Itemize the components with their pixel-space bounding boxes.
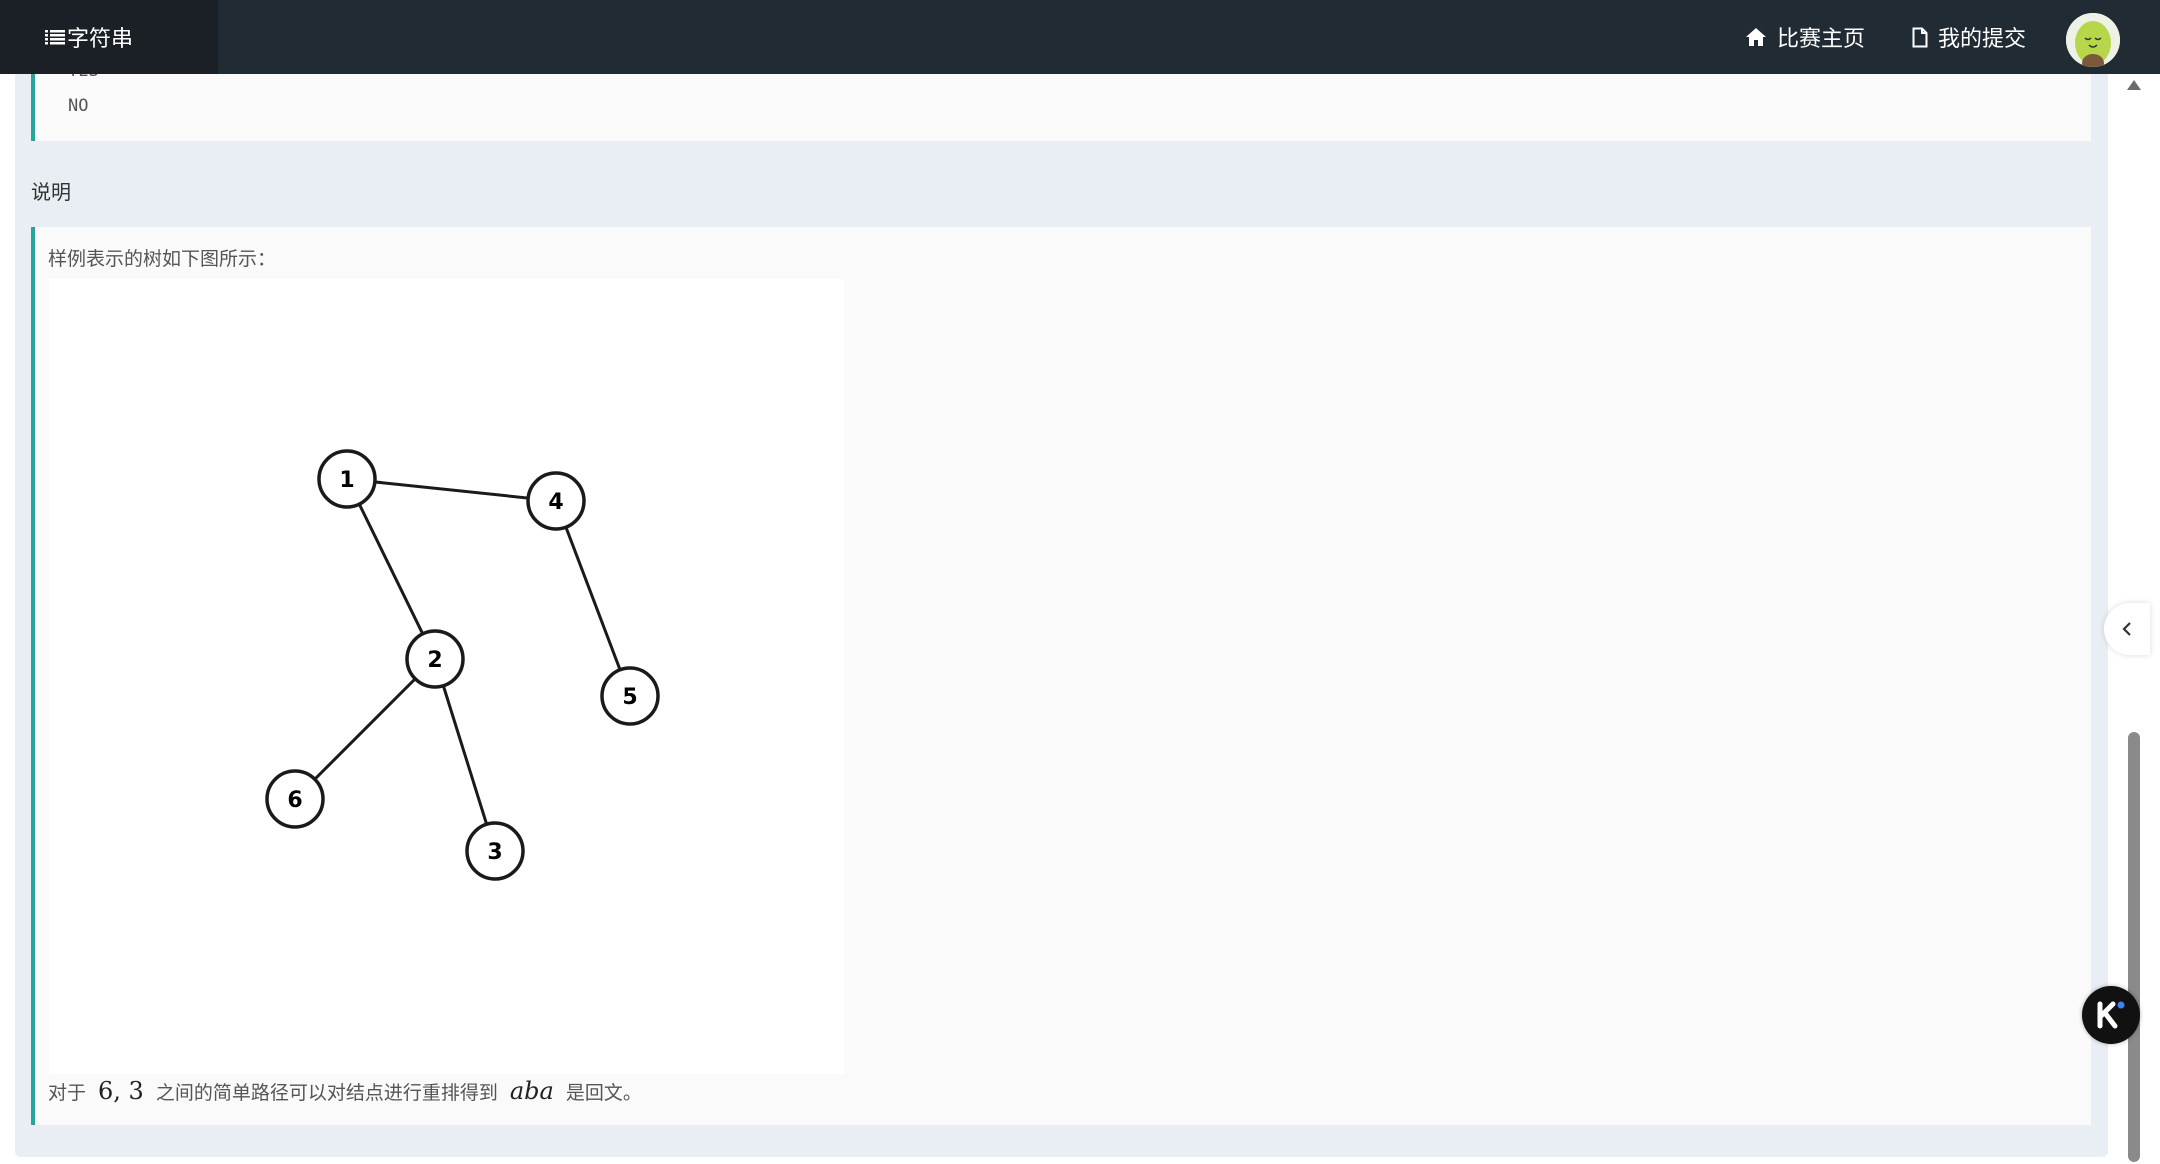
tree-node-6: 6 xyxy=(265,769,325,829)
node-5-label: 5 xyxy=(622,685,637,710)
tree-figure: 1 4 2 5 6 3 xyxy=(49,279,844,1074)
node-6-label: 6 xyxy=(287,788,302,813)
node-3-label: 3 xyxy=(487,840,502,865)
home-icon xyxy=(1746,28,1766,46)
edge-1-4 xyxy=(346,477,557,503)
avatar[interactable] xyxy=(2066,13,2120,67)
top-navbar: 字符串 比赛主页 我的提交 xyxy=(0,0,2160,74)
tree-node-5: 5 xyxy=(600,666,660,726)
tree-node-3: 3 xyxy=(465,821,525,881)
scroll-up-arrow[interactable] xyxy=(2127,80,2141,90)
description-conclusion: 对于 6, 3 之间的简单路径可以对结点进行重排得到 aba 是回文。 xyxy=(48,1077,642,1105)
conclusion-prefix: 对于 xyxy=(48,1082,87,1104)
tree-node-4: 4 xyxy=(526,471,586,531)
my-submissions-label: 我的提交 xyxy=(1938,27,2027,52)
node-1-label: 1 xyxy=(339,468,354,493)
assistant-button[interactable] xyxy=(2082,986,2140,1044)
node-4-label: 4 xyxy=(548,490,563,515)
k-logo-icon xyxy=(2097,1001,2125,1029)
edge-2-3 xyxy=(433,658,497,852)
contest-home-link[interactable]: 比赛主页 xyxy=(1745,0,1865,74)
side-panel-toggle[interactable] xyxy=(2104,603,2150,655)
tree-node-1: 1 xyxy=(317,449,377,509)
scrollbar-thumb[interactable] xyxy=(2128,732,2140,1162)
edge-1-2 xyxy=(345,478,437,660)
contest-home-label: 比赛主页 xyxy=(1777,27,1866,52)
section-title: 说明 xyxy=(31,180,71,204)
problem-page: YES NO 说明 样例表示的树如下图所示： 1 4 2 5 6 3 对于 6,… xyxy=(0,68,2160,1164)
problem-panel: YES NO 说明 样例表示的树如下图所示： 1 4 2 5 6 3 对于 6,… xyxy=(15,68,2108,1157)
tree-diagram: 1 4 2 5 6 3 xyxy=(265,449,660,881)
my-submissions-link[interactable]: 我的提交 xyxy=(1912,0,2026,74)
math-word: aba xyxy=(509,1077,554,1105)
conclusion-suffix: 是回文。 xyxy=(565,1082,642,1104)
description-intro: 样例表示的树如下图所示： xyxy=(48,248,277,270)
conclusion-middle: 之间的简单路径可以对结点进行重排得到 xyxy=(155,1082,498,1104)
file-icon xyxy=(1912,27,1928,47)
chevron-left-icon xyxy=(2122,622,2131,636)
sample-output-text: NO xyxy=(68,96,89,116)
list-icon xyxy=(45,30,65,45)
avatar-icon xyxy=(2066,13,2120,67)
brand-title-text: 字符串 xyxy=(67,27,134,52)
sample-output-box: YES NO xyxy=(31,68,2091,141)
math-nodes: 6, 3 xyxy=(98,1077,144,1105)
node-2-label: 2 xyxy=(427,648,442,673)
edge-4-5 xyxy=(554,500,632,697)
brand-title[interactable]: 字符串 xyxy=(0,0,218,74)
tree-node-2: 2 xyxy=(405,629,465,689)
